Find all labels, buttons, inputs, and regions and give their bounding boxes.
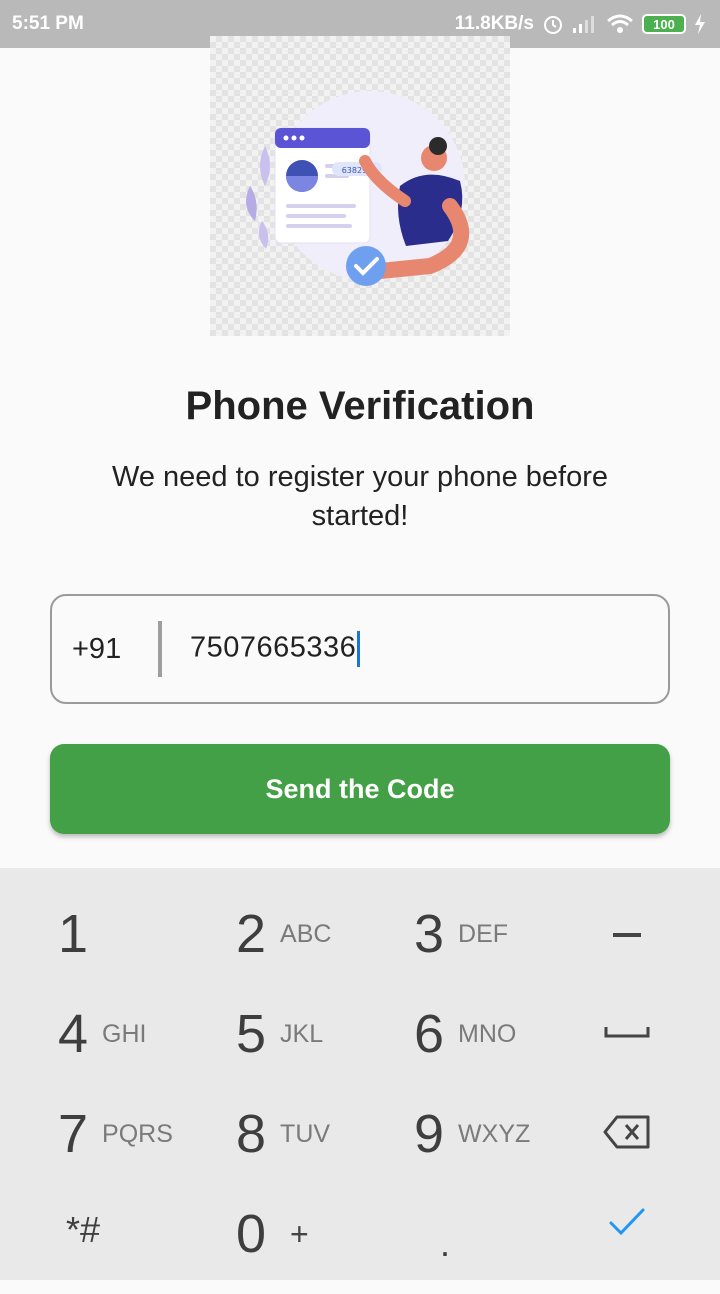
network-speed: 11.8KB/s [454,13,534,34]
key-dot[interactable]: . [440,1194,480,1294]
battery-icon: 100 [642,14,686,34]
key-digit: 9 [414,1104,445,1164]
status-time: 5:51 PM [12,13,84,34]
space-icon [604,1025,650,1044]
minus-key[interactable] [560,884,694,984]
key-digit: 1 [58,904,89,964]
key-5[interactable]: 5 JKL [236,984,416,1084]
page-title: Phone Verification [185,384,535,428]
key-digit: . [440,1223,451,1264]
key-8[interactable]: 8 TUV [236,1084,416,1184]
backspace-key[interactable] [560,1084,694,1184]
key-letters: MNO [458,1019,517,1048]
field-divider [158,621,162,677]
space-key[interactable] [560,984,694,1084]
numeric-keypad: 1 2 ABC 3 DEF 4 GHI 5 JKL 6 MNO 7 PQRS 8… [0,868,720,1280]
phone-number-value: 7507665336 [190,631,357,664]
key-letters: WXYZ [458,1119,531,1148]
country-code[interactable]: +91 [72,633,158,666]
signal-icon [572,14,598,34]
key-letters: DEF [458,919,509,948]
key-digit: 0 [236,1204,267,1264]
key-digit: 2 [236,904,267,964]
key-letters: ABC [280,919,332,948]
minus-icon [613,925,641,943]
alarm-icon [542,13,564,35]
phone-number-field[interactable]: +91 7507665336 [50,594,670,704]
text-cursor [357,631,361,667]
status-icons: 11.8KB/s 100 [455,13,706,35]
charging-icon [694,14,706,34]
check-icon [608,1207,646,1242]
key-letters: PQRS [102,1119,173,1148]
page-subtitle: We need to register your phone before st… [111,461,608,532]
key-letters: JKL [280,1019,324,1048]
key-digit: *# [66,1209,101,1250]
verification-illustration: 638290 [210,36,510,336]
key-digit: 6 [414,1004,445,1064]
key-digit: 5 [236,1004,267,1064]
wifi-icon [606,13,634,35]
done-key[interactable] [560,1174,694,1274]
key-digit: 4 [58,1004,89,1064]
key-letters: + [290,1215,309,1252]
key-1[interactable]: 1 [58,884,238,984]
key-digit: 3 [414,904,445,964]
key-7[interactable]: 7 PQRS [58,1084,238,1184]
key-2[interactable]: 2 ABC [236,884,416,984]
phone-number-input[interactable]: 7507665336 [190,631,361,667]
backspace-icon [603,1115,651,1154]
key-0[interactable]: 0 + [236,1184,416,1284]
key-letters: TUV [280,1119,331,1148]
send-code-button[interactable]: Send the Code [50,744,670,834]
key-digit: 8 [236,1104,267,1164]
key-star-hash[interactable]: *# [66,1180,246,1280]
key-4[interactable]: 4 GHI [58,984,238,1084]
key-digit: 7 [58,1104,89,1164]
key-letters: GHI [102,1019,147,1048]
